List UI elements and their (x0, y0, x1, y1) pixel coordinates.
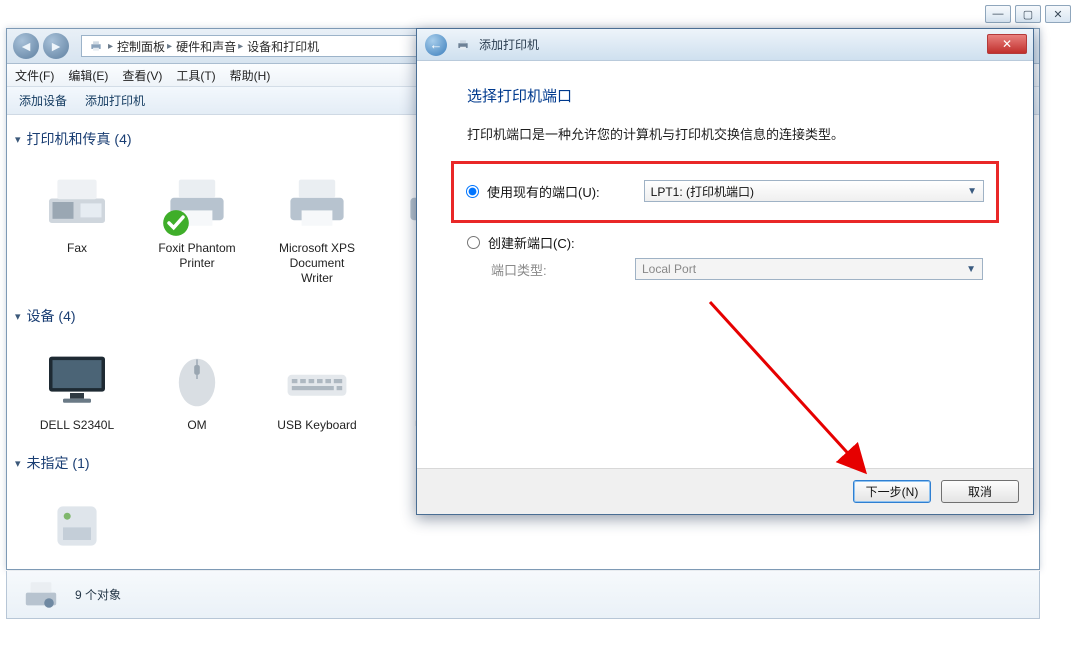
parent-minimize-button[interactable]: — (985, 5, 1011, 23)
chevron-down-icon: ▼ (967, 186, 977, 197)
breadcrumb-item[interactable]: 控制面板 ▸ (117, 38, 172, 55)
wizard-back-button[interactable]: ← (425, 34, 447, 56)
wizard-heading: 选择打印机端口 (467, 85, 983, 106)
menu-file[interactable]: 文件(F) (15, 67, 54, 84)
menu-tools[interactable]: 工具(T) (176, 67, 215, 84)
device-unspecified[interactable] (17, 485, 137, 569)
breadcrumb-item[interactable]: 设备和打印机 (247, 38, 319, 55)
printer-icon (282, 167, 352, 237)
device-label: Foxit Phantom Printer (158, 241, 235, 271)
toolbar-add-printer[interactable]: 添加打印机 (85, 92, 145, 109)
menu-view[interactable]: 查看(V) (122, 67, 162, 84)
chevron-right-icon: ▸ (238, 41, 243, 52)
existing-port-value: LPT1: (打印机端口) (651, 183, 754, 200)
create-new-port-label: 创建新端口(C): (488, 233, 575, 252)
device-monitor[interactable]: DELL S2340L (17, 338, 137, 439)
group-title: 未指定 (1) (27, 453, 90, 473)
wizard-footer: 下一步(N) 取消 (417, 468, 1033, 514)
details-pane: 9 个对象 (6, 571, 1040, 619)
nav-forward-button[interactable]: ► (43, 33, 69, 59)
fax-icon (42, 167, 112, 237)
printer-icon (162, 167, 232, 237)
device-label: Fax (67, 241, 87, 256)
next-button[interactable]: 下一步(N) (853, 480, 931, 503)
chevron-right-icon: ▸ (108, 41, 113, 52)
device-label: Microsoft XPS Document Writer (279, 241, 355, 286)
chevron-down-icon: ▾ (15, 310, 21, 323)
toolbar-add-device[interactable]: 添加设备 (19, 92, 67, 109)
use-existing-port-label: 使用现有的端口(U): (487, 182, 600, 201)
port-type-label: 端口类型: (491, 260, 577, 279)
device-keyboard[interactable]: USB Keyboard (257, 338, 377, 439)
chevron-down-icon: ▾ (15, 457, 21, 470)
mouse-icon (162, 344, 232, 414)
generic-device-icon (42, 491, 112, 561)
existing-port-select[interactable]: LPT1: (打印机端口) ▼ (644, 180, 984, 202)
breadcrumb-item[interactable]: 硬件和声音 ▸ (176, 38, 243, 55)
details-text: 9 个对象 (75, 586, 121, 603)
group-title: 打印机和传真 (4) (27, 129, 132, 149)
chevron-right-icon: ▸ (167, 41, 172, 52)
device-label: USB Keyboard (277, 418, 356, 433)
device-foxit-printer[interactable]: Foxit Phantom Printer (137, 161, 257, 292)
wizard-titlebar[interactable]: ← 添加打印机 ✕ (417, 29, 1033, 61)
group-title: 设备 (4) (27, 306, 76, 326)
parent-maximize-button[interactable]: ▢ (1015, 5, 1041, 23)
printer-icon (455, 38, 471, 52)
annotation-highlight: 使用现有的端口(U): LPT1: (打印机端口) ▼ (451, 161, 999, 223)
nav-back-button[interactable]: ◄ (13, 33, 39, 59)
wizard-title-text: 添加打印机 (479, 36, 539, 53)
menu-help[interactable]: 帮助(H) (230, 67, 271, 84)
printer-icon (17, 575, 65, 615)
menu-edit[interactable]: 编辑(E) (68, 67, 108, 84)
cancel-button[interactable]: 取消 (941, 480, 1019, 503)
parent-close-button[interactable]: ✕ (1045, 5, 1071, 23)
create-new-port-radio[interactable] (467, 236, 480, 249)
wizard-close-button[interactable]: ✕ (987, 34, 1027, 54)
default-check-icon (162, 209, 190, 237)
device-mouse[interactable]: OM (137, 338, 257, 439)
wizard-description: 打印机端口是一种允许您的计算机与打印机交换信息的连接类型。 (467, 124, 983, 143)
add-printer-wizard: ← 添加打印机 ✕ 选择打印机端口 打印机端口是一种允许您的计算机与打印机交换信… (416, 28, 1034, 515)
keyboard-icon (282, 344, 352, 414)
wizard-body: 选择打印机端口 打印机端口是一种允许您的计算机与打印机交换信息的连接类型。 使用… (417, 61, 1033, 468)
device-xps-writer[interactable]: Microsoft XPS Document Writer (257, 161, 377, 292)
device-label: OM (187, 418, 206, 433)
monitor-icon (42, 344, 112, 414)
use-existing-port-radio[interactable] (466, 185, 479, 198)
chevron-down-icon: ▼ (966, 264, 976, 275)
device-label: DELL S2340L (40, 418, 114, 433)
device-fax[interactable]: Fax (17, 161, 137, 292)
chevron-down-icon: ▾ (15, 133, 21, 146)
port-type-select: Local Port ▼ (635, 258, 983, 280)
port-type-value: Local Port (642, 262, 696, 276)
location-icon (88, 39, 104, 53)
